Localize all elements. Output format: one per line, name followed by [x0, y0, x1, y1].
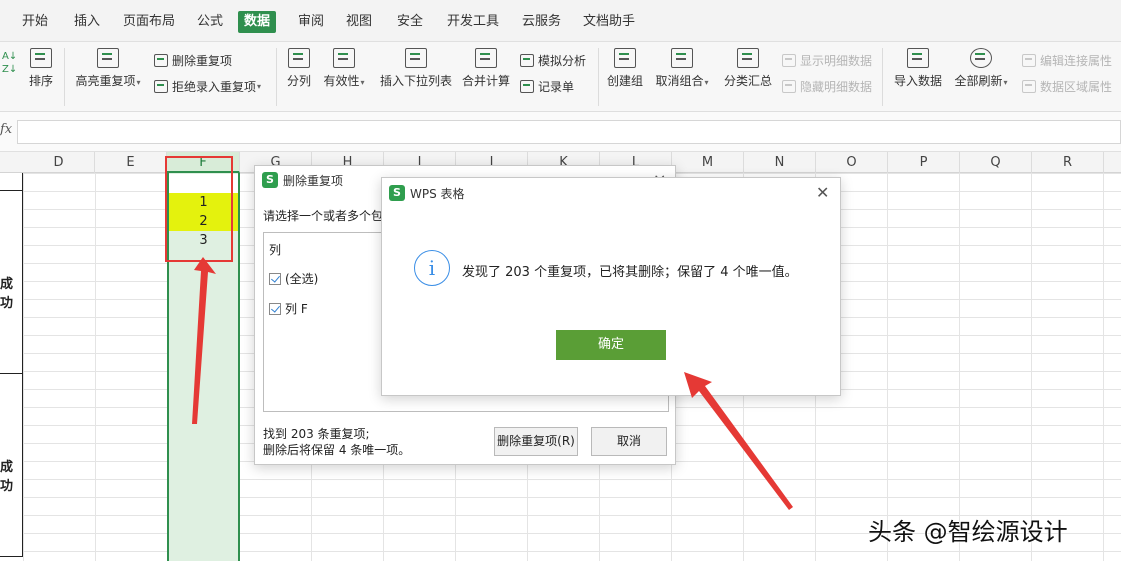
annotation-arrows	[192, 257, 793, 510]
annotation-arrow-up	[192, 257, 216, 424]
annotation-arrow-diagonal	[684, 372, 793, 510]
watermark-text: 头条 @智绘源设计	[868, 518, 1068, 546]
